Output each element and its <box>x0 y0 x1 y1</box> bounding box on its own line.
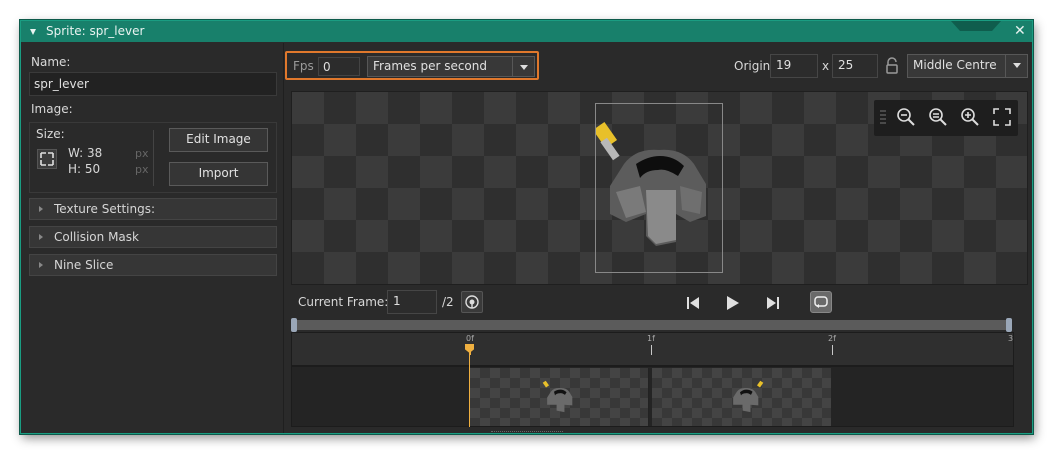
fps-mode-value: Frames per second <box>373 59 487 73</box>
size-group: Size: W: 38 H: 50 px px Edit Image Impor… <box>29 122 277 193</box>
play-icon[interactable] <box>721 292 743 314</box>
lock-icon[interactable] <box>885 57 899 75</box>
chevron-down-icon <box>1005 55 1027 77</box>
tick-2 <box>832 345 833 355</box>
texture-settings-section[interactable]: Texture Settings: <box>29 198 277 220</box>
frame-total: /2 <box>442 295 454 309</box>
sprite-preview-canvas[interactable] <box>291 91 1028 285</box>
grip-icon[interactable] <box>880 110 886 124</box>
skip-start-icon[interactable] <box>682 292 704 314</box>
lever-thumb <box>733 380 764 413</box>
playhead[interactable] <box>469 347 470 427</box>
scroll-handle-right[interactable] <box>1006 318 1012 332</box>
fps-input[interactable]: 0 <box>318 57 360 76</box>
playback-bar: Current Frame: 1 /2 <box>291 289 1028 317</box>
tick-1 <box>651 345 652 355</box>
timeline-scrollbar[interactable] <box>291 318 1012 332</box>
expand-icon[interactable] <box>37 149 57 169</box>
collapse-triangle-icon[interactable] <box>30 29 36 35</box>
section-label: Nine Slice <box>54 258 114 272</box>
resize-grip[interactable] <box>491 431 563 435</box>
tick-label-2: 2f <box>828 334 836 343</box>
chevron-right-icon <box>39 234 43 240</box>
dock-notch <box>951 21 1001 31</box>
origin-preset-dropdown[interactable]: Middle Centre <box>907 54 1028 78</box>
zoom-out-icon[interactable] <box>895 106 917 128</box>
collision-mask-section[interactable]: Collision Mask <box>29 226 277 248</box>
origin-separator: x <box>822 59 830 73</box>
tick-label-3: 3 <box>1008 334 1014 343</box>
origin-label: Origin <box>734 59 771 73</box>
origin-x-input[interactable]: 19 <box>770 54 818 78</box>
chevron-down-icon <box>512 57 534 76</box>
current-frame-input[interactable]: 1 <box>387 290 437 314</box>
fps-group: Fps 0 Frames per second <box>285 51 539 80</box>
origin-y-input[interactable]: 25 <box>832 54 878 78</box>
import-button[interactable]: Import <box>169 162 268 186</box>
current-frame-label: Current Frame: <box>298 295 389 309</box>
sprite-editor-window: Sprite: spr_lever ✕ Name: spr_lever Imag… <box>20 20 1033 434</box>
section-label: Texture Settings: <box>54 202 156 216</box>
height-value: H: 50 <box>68 162 101 176</box>
frame-thumbnail[interactable] <box>470 368 649 426</box>
scroll-handle-left[interactable] <box>291 318 297 332</box>
px-unit-h: px <box>135 163 149 176</box>
frames-strip <box>291 366 1014 427</box>
window-title: Sprite: spr_lever <box>46 24 145 38</box>
name-label: Name: <box>31 55 71 69</box>
image-label: Image: <box>31 102 73 116</box>
lever-thumb <box>542 380 573 413</box>
fps-mode-dropdown[interactable]: Frames per second <box>367 56 535 77</box>
size-label: Size: <box>36 127 65 141</box>
tick-label-0: 0f <box>466 334 474 343</box>
ping-icon[interactable] <box>461 291 483 313</box>
fps-label: Fps <box>293 59 314 73</box>
nine-slice-section[interactable]: Nine Slice <box>29 254 277 276</box>
skip-end-icon[interactable] <box>762 292 784 314</box>
zoom-in-icon[interactable] <box>959 106 981 128</box>
zoom-toolbar <box>874 100 1018 136</box>
tick-label-1: 1f <box>647 334 655 343</box>
px-unit-w: px <box>135 147 149 160</box>
divider <box>153 130 154 186</box>
timeline-ruler[interactable]: 0f 1f 2f 3 <box>291 332 1014 366</box>
close-icon[interactable]: ✕ <box>1014 23 1026 39</box>
fullscreen-icon[interactable] <box>991 106 1013 128</box>
frame-thumbnail[interactable] <box>652 368 831 426</box>
origin-preset-value: Middle Centre <box>913 58 997 72</box>
chevron-right-icon <box>39 262 43 268</box>
lever-sprite <box>592 121 706 246</box>
loop-icon[interactable] <box>810 291 832 313</box>
width-value: W: 38 <box>68 146 103 160</box>
sprite-bounds <box>592 103 723 273</box>
chevron-right-icon <box>39 206 43 212</box>
edit-image-button[interactable]: Edit Image <box>169 128 268 152</box>
zoom-reset-icon[interactable] <box>927 106 949 128</box>
name-field[interactable]: spr_lever <box>29 72 277 96</box>
panel-divider <box>283 43 284 433</box>
section-label: Collision Mask <box>54 230 139 244</box>
title-bar[interactable]: Sprite: spr_lever ✕ <box>21 21 1032 42</box>
